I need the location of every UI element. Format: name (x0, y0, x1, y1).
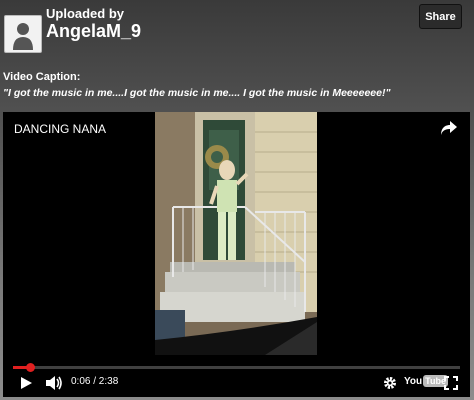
video-frame (155, 112, 317, 355)
fullscreen-icon[interactable] (444, 376, 458, 390)
progress-bar[interactable] (13, 363, 460, 372)
volume-icon[interactable] (45, 375, 63, 391)
user-silhouette-icon (13, 23, 33, 50)
youtube-logo-you: You (404, 375, 423, 387)
video-player[interactable]: DANCING NANA 0:06 / 2:38 You Tube (3, 112, 470, 397)
video-title[interactable]: DANCING NANA (14, 122, 106, 136)
uploader-username[interactable]: AngelaM_9 (46, 21, 141, 42)
play-icon[interactable] (19, 376, 33, 390)
share-button[interactable]: Share (419, 4, 462, 29)
uploaded-by-label: Uploaded by (46, 6, 125, 21)
settings-gear-icon[interactable] (383, 376, 397, 390)
progress-scrubber-handle[interactable] (25, 363, 35, 372)
youtube-logo[interactable]: You Tube (404, 375, 448, 387)
share-arrow-icon[interactable] (440, 120, 458, 136)
video-caption-label: Video Caption: (3, 71, 81, 83)
video-caption-text: "I got the music in me....I got the musi… (3, 87, 391, 99)
time-display: 0:06 / 2:38 (71, 376, 119, 387)
uploader-avatar[interactable] (4, 15, 42, 53)
